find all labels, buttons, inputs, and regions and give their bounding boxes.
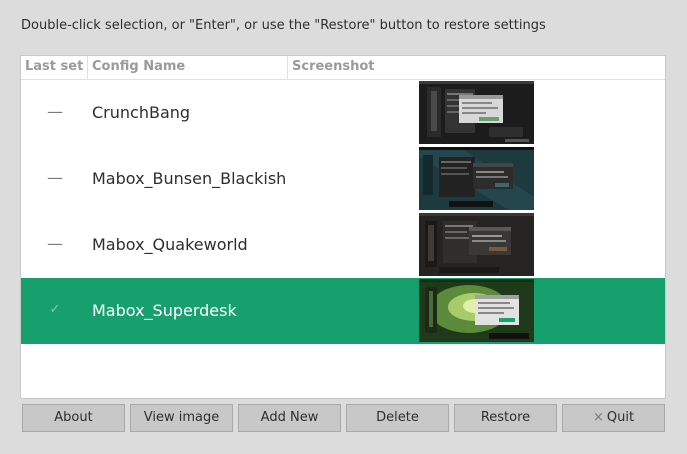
about-button[interactable]: About (22, 404, 125, 432)
quit-label: Quit (606, 410, 635, 425)
column-header-last-set[interactable]: Last set (21, 56, 88, 79)
screenshot-thumbnail (419, 147, 534, 210)
restore-button[interactable]: Restore (454, 404, 557, 432)
column-header-screenshot[interactable]: Screenshot (288, 56, 665, 79)
last-set-marker: — (47, 168, 63, 187)
config-name: Mabox_Quakeworld (92, 235, 248, 254)
last-set-marker: — (47, 102, 63, 121)
add-new-button[interactable]: Add New (238, 404, 341, 432)
last-set-marker: — (47, 234, 63, 253)
delete-button[interactable]: Delete (346, 404, 449, 432)
config-name: Mabox_Bunsen_Blackish (92, 169, 287, 188)
view-image-button[interactable]: View image (130, 404, 233, 432)
table-row[interactable]: — Mabox_Bunsen_Blackish (21, 146, 665, 212)
config-name: Mabox_Superdesk (92, 301, 237, 320)
instructions-text: Double-click selection, or "Enter", or u… (21, 18, 546, 33)
config-table[interactable]: Last set Config Name Screenshot — Crunch… (20, 55, 666, 399)
screenshot-thumbnail (419, 81, 534, 144)
screenshot-thumbnail (419, 279, 534, 342)
config-name: CrunchBang (92, 103, 191, 122)
close-icon: × (592, 410, 604, 425)
quit-button[interactable]: × Quit (562, 404, 665, 432)
table-header: Last set Config Name Screenshot (21, 56, 665, 80)
table-row-selected[interactable]: ✓ Mabox_Superdesk (21, 278, 665, 344)
screenshot-thumbnail (419, 213, 534, 276)
table-row[interactable]: — Mabox_Quakeworld (21, 212, 665, 278)
column-header-config-name[interactable]: Config Name (88, 56, 288, 79)
table-row[interactable]: — CrunchBang (21, 80, 665, 146)
last-set-check-icon: ✓ (49, 302, 61, 317)
